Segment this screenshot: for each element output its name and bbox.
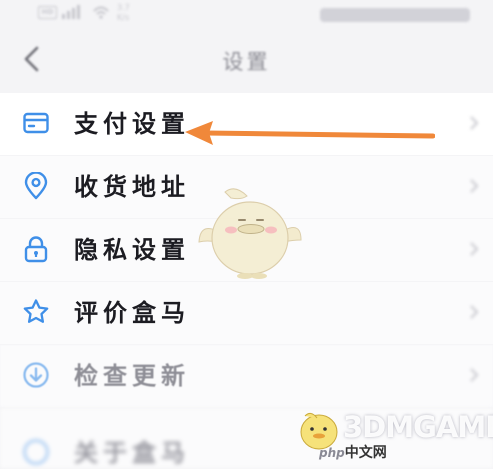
star-icon bbox=[23, 299, 49, 323]
menu-item-rate-hema[interactable]: 评价盒马 bbox=[0, 282, 493, 344]
lock-icon bbox=[24, 236, 48, 263]
header: 设置 bbox=[0, 28, 493, 92]
watermark: 3DMGAME php中文网 bbox=[293, 404, 493, 463]
wifi-icon bbox=[93, 6, 109, 19]
menu-item-label: 检查更新 bbox=[74, 362, 190, 390]
page-title: 设置 bbox=[222, 50, 271, 74]
annotation-arrow-icon bbox=[185, 121, 435, 145]
download-icon bbox=[23, 362, 49, 388]
watermark-site: php中文网 bbox=[319, 445, 387, 461]
menu-item-label: 评价盒马 bbox=[74, 299, 190, 327]
watermark-text: 3DMGAME bbox=[343, 410, 493, 444]
signal-strength-icon bbox=[62, 5, 80, 19]
location-pin-icon bbox=[24, 172, 48, 200]
menu-item-label: 关于盒马 bbox=[74, 439, 190, 467]
menu-item-check-updates[interactable]: 检查更新 bbox=[0, 345, 493, 407]
mascot-sticker-icon bbox=[198, 188, 302, 279]
chevron-right-icon bbox=[470, 305, 479, 319]
menu-item-label: 隐私设置 bbox=[74, 236, 190, 264]
status-right-blurred bbox=[320, 8, 470, 22]
hd-badge: HD bbox=[38, 6, 57, 19]
status-bar: HD 3.7 K/s bbox=[0, 0, 493, 26]
menu-item-label: 支付设置 bbox=[74, 110, 190, 138]
info-icon bbox=[23, 439, 49, 465]
chevron-right-icon bbox=[470, 116, 479, 130]
chevron-right-icon bbox=[470, 242, 479, 256]
network-speed: 3.7 K/s bbox=[117, 3, 130, 22]
card-icon bbox=[23, 112, 49, 134]
chevron-right-icon bbox=[470, 368, 479, 382]
menu-item-label: 收货地址 bbox=[74, 173, 190, 201]
chevron-right-icon bbox=[470, 179, 479, 193]
